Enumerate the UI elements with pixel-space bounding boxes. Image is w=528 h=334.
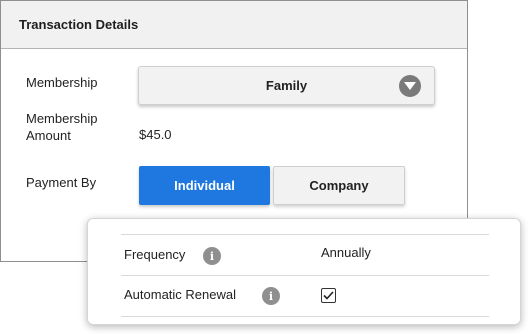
renewal-details-panel: Frequency i Annually Automatic Renewal i	[87, 218, 521, 325]
membership-select-value: Family	[265, 78, 308, 93]
renewal-info-icon[interactable]: i	[262, 287, 280, 305]
chevron-down-icon-svg	[404, 82, 416, 90]
card-header: Transaction Details	[1, 1, 467, 49]
chevron-down-icon[interactable]	[399, 75, 421, 97]
payment-by-label: Payment By	[26, 175, 97, 190]
membership-label: Membership	[26, 75, 98, 90]
checkmark-icon	[323, 291, 334, 300]
panel-divider	[121, 275, 489, 276]
membership-select[interactable]: Family	[138, 66, 435, 105]
payment-individual-button[interactable]: Individual	[139, 166, 270, 205]
frequency-info-icon[interactable]: i	[203, 247, 221, 265]
payment-company-button[interactable]: Company	[273, 166, 405, 205]
automatic-renewal-label: Automatic Renewal	[124, 287, 236, 302]
automatic-renewal-checkbox[interactable]	[321, 288, 336, 303]
panel-divider	[121, 316, 489, 317]
frequency-label: Frequency	[124, 247, 186, 262]
card-title: Transaction Details	[19, 17, 139, 32]
frequency-value: Annually	[321, 245, 371, 260]
stage: Transaction Details Membership Family Me…	[0, 0, 528, 334]
membership-amount-label-line2: Amount	[26, 128, 71, 143]
panel-divider	[121, 234, 489, 235]
membership-amount-label-line1: Membership	[26, 111, 98, 126]
membership-amount-value: $45.0	[139, 127, 172, 142]
